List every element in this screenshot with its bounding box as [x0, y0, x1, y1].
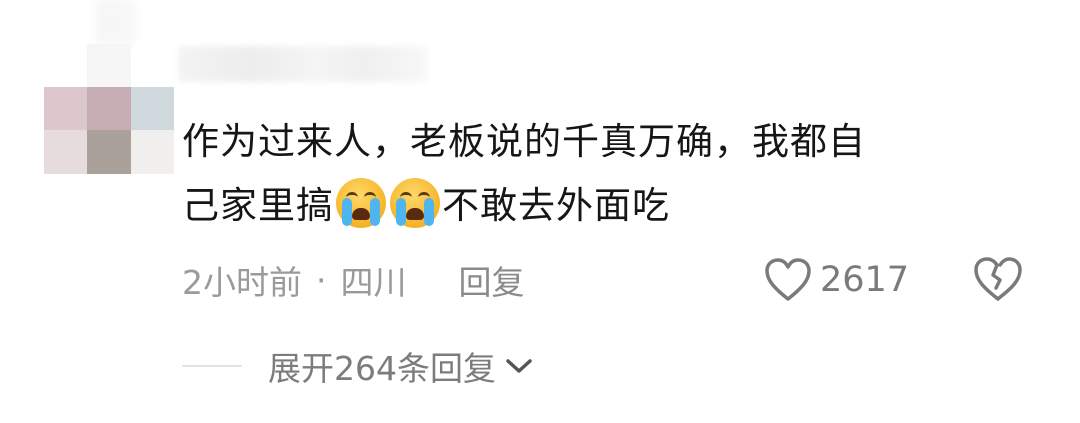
divider-line	[182, 365, 242, 367]
comment-line-2: 己家里搞 不敢去外面吃	[182, 174, 1002, 238]
comment-meta: 2小时前 · 四川 回复	[182, 256, 525, 304]
avatar-top-blur	[95, 0, 135, 44]
loudly-crying-face-icon	[390, 178, 440, 228]
reply-button[interactable]: 回复	[459, 256, 525, 304]
broken-heart-icon	[974, 257, 1022, 301]
comment-line-1: 作为过来人，老板说的千真万确，我都自	[182, 120, 866, 163]
expand-replies-button[interactable]: 展开264条回复	[182, 344, 534, 388]
loudly-crying-face-icon	[336, 178, 386, 228]
like-count: 2617	[820, 260, 910, 300]
like-button[interactable]: 2617	[764, 255, 909, 305]
dislike-button[interactable]	[972, 255, 1024, 305]
timestamp: 2小时前	[182, 263, 302, 302]
meta-separator: ·	[316, 260, 327, 300]
chevron-down-icon	[506, 359, 532, 373]
comment-text: 作为过来人，老板说的千真万确，我都自 己家里搞 不敢去外面吃	[182, 110, 1002, 238]
heart-outline-icon	[765, 258, 811, 301]
location: 四川	[340, 263, 407, 302]
comment-card: 作为过来人，老板说的千真万确，我都自 己家里搞 不敢去外面吃 2小时前 · 四川 …	[0, 0, 1080, 423]
avatar-bottom-row	[44, 130, 174, 174]
username-redacted[interactable]	[178, 46, 428, 82]
expand-replies-label: 展开264条回复	[268, 349, 496, 388]
